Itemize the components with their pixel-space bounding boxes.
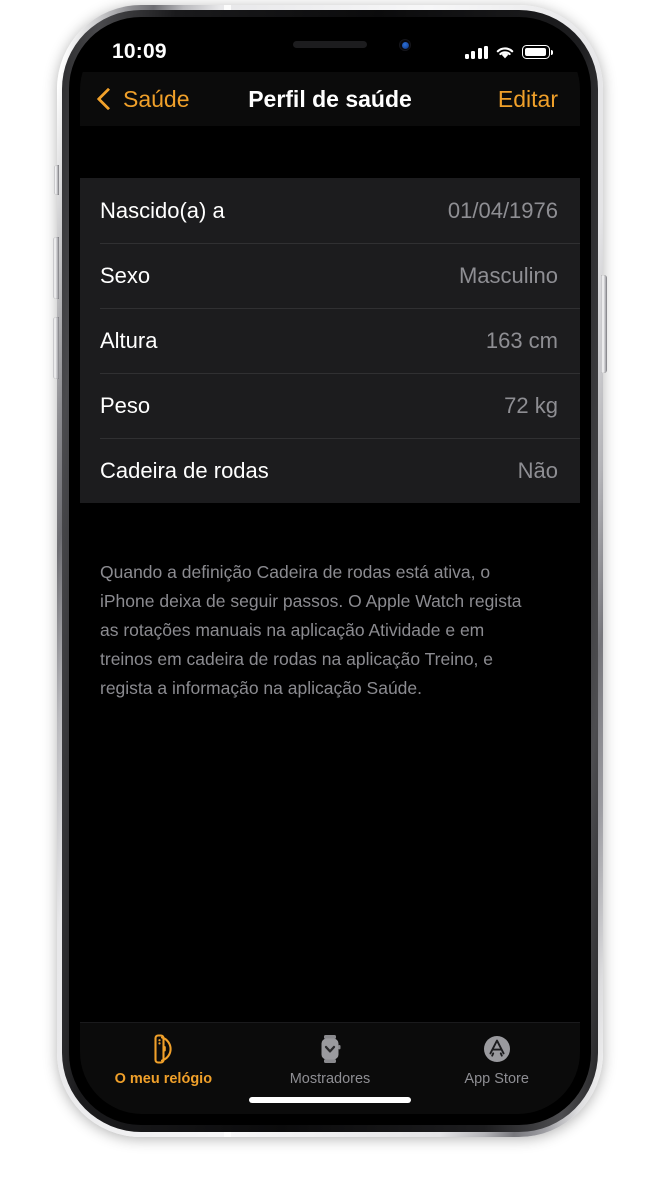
edit-button[interactable]: Editar [498,86,580,113]
watch-face-icon [316,1032,344,1066]
home-indicator[interactable] [249,1097,411,1103]
status-bar-clock: 10:09 [112,40,167,63]
row-label: Cadeira de rodas [100,457,269,483]
chevron-left-icon [96,87,120,111]
tab-label: Mostradores [289,1071,371,1087]
footer-description: Quando a definição Cadeira de rodas está… [100,562,522,698]
row-label: Sexo [100,262,151,288]
watch-icon [149,1032,177,1066]
table-row[interactable]: Cadeira de rodas Não [80,438,580,503]
row-value: 72 kg [504,392,558,418]
health-profile-table: Nascido(a) a 01/04/1976 Sexo Masculino A… [80,178,580,503]
table-row[interactable]: Altura 163 cm [80,308,580,373]
phone-screen: 10:09 Saúde Perfil de saúde Editar Nasci… [80,28,580,1114]
display-notch [224,28,436,61]
battery-icon [522,45,553,59]
row-value: 01/04/1976 [447,197,558,223]
side-power-button[interactable] [601,275,607,373]
table-row[interactable]: Nascido(a) a 01/04/1976 [80,178,580,243]
table-row[interactable]: Sexo Masculino [80,243,580,308]
tab-app-store[interactable]: App Store [413,1032,580,1087]
tab-watch-faces[interactable]: Mostradores [247,1032,414,1087]
main-content: Nascido(a) a 01/04/1976 Sexo Masculino A… [80,126,580,1114]
row-label: Peso [100,392,151,418]
row-value: 163 cm [485,327,558,353]
navigation-bar: Saúde Perfil de saúde Editar [80,72,580,126]
row-value: Masculino [458,262,558,288]
status-bar-indicators [464,45,553,60]
tab-label: O meu relógio [114,1071,213,1087]
back-button-label: Saúde [123,85,190,112]
row-label: Altura [100,327,158,353]
antenna-band-top [224,5,231,10]
tab-my-watch[interactable]: O meu relógio [80,1032,247,1087]
front-camera-icon [399,39,411,51]
cellular-signal-icon [464,45,488,59]
volume-up-button[interactable] [53,237,59,299]
earpiece-speaker-icon [293,41,367,48]
iphone-device-frame: 10:09 Saúde Perfil de saúde Editar Nasci… [53,5,607,1137]
row-value: Não [517,457,558,483]
app-store-icon [481,1032,513,1066]
row-label: Nascido(a) a [100,197,225,223]
wifi-icon [496,46,514,58]
mute-switch-button[interactable] [54,165,59,195]
back-button[interactable]: Saúde [80,86,190,113]
antenna-band-bottom [224,1132,231,1137]
volume-down-button[interactable] [53,317,59,379]
tab-label: App Store [464,1071,529,1087]
table-row[interactable]: Peso 72 kg [80,373,580,438]
